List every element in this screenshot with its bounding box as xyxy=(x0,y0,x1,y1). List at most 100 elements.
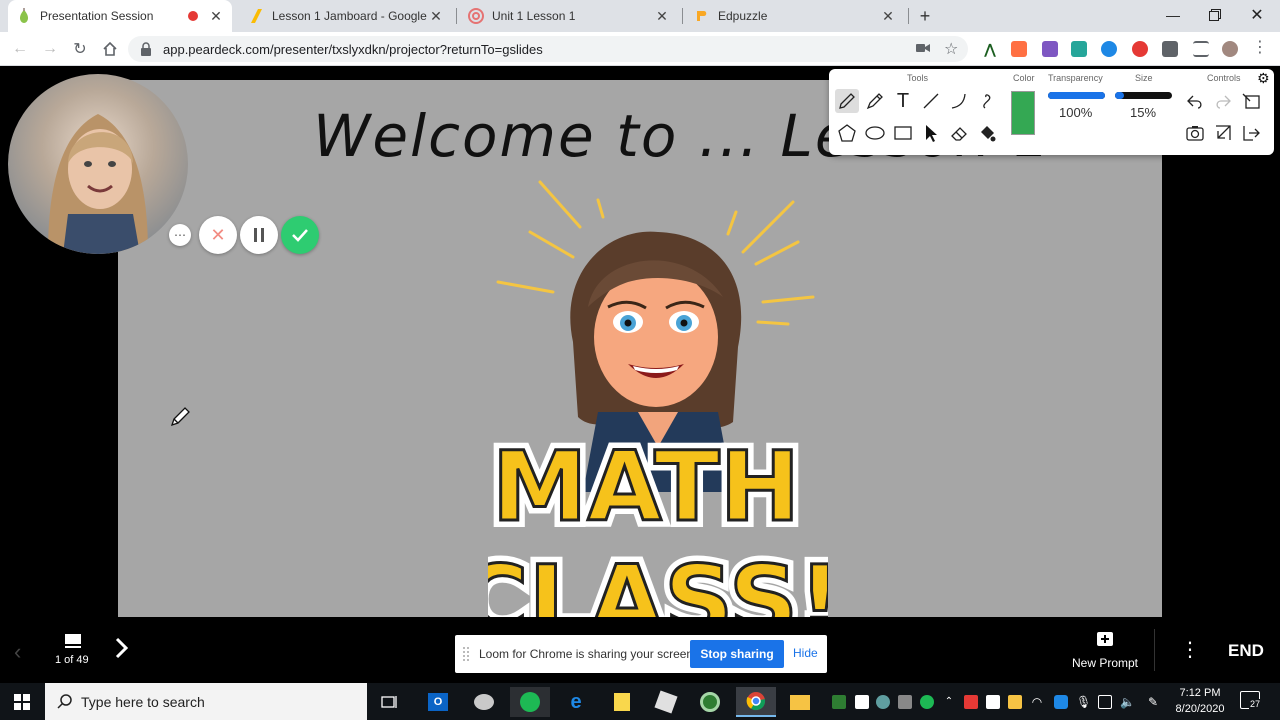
minimize-window-icon[interactable]: — xyxy=(1150,0,1196,30)
tab-unit-1-lesson-1[interactable]: Unit 1 Lesson 1 ✕ xyxy=(460,0,678,32)
bluetooth-icon[interactable] xyxy=(1054,695,1068,709)
tab-jamboard[interactable]: Lesson 1 Jamboard - Google Jam ✕ xyxy=(240,0,452,32)
tray-app-icon[interactable] xyxy=(986,695,1000,709)
line-tool-icon[interactable] xyxy=(919,89,943,113)
add-prompt-icon xyxy=(1097,632,1113,646)
file-explorer-icon[interactable] xyxy=(780,687,820,717)
task-view-icon[interactable] xyxy=(370,687,410,717)
tray-app-icon[interactable] xyxy=(832,695,846,709)
tray-app-icon[interactable] xyxy=(876,695,890,709)
loom-extension-icon[interactable] xyxy=(1132,41,1148,57)
redo-icon[interactable] xyxy=(1211,89,1235,113)
stop-sharing-button[interactable]: Stop sharing xyxy=(690,640,784,668)
microphone-icon[interactable]: 🎙 xyxy=(1076,695,1091,709)
tab-presentation-session[interactable]: Presentation Session ✕ xyxy=(8,0,232,32)
green-app-icon[interactable] xyxy=(690,687,730,717)
spotify-icon[interactable] xyxy=(510,687,550,717)
more-vertical-icon[interactable]: ⋮ xyxy=(1180,637,1200,662)
settings-gear-icon[interactable]: ⚙ xyxy=(1257,70,1270,87)
edpuzzle-icon xyxy=(694,8,710,24)
volume-icon[interactable]: 🔈 xyxy=(1120,695,1135,709)
show-hidden-icons-chevron[interactable]: ⌃ xyxy=(942,695,956,709)
tab-edpuzzle[interactable]: Edpuzzle ✕ xyxy=(686,0,904,32)
battery-icon[interactable] xyxy=(1098,695,1112,709)
freeform-tool-icon[interactable] xyxy=(975,89,999,113)
size-slider[interactable] xyxy=(1115,92,1172,99)
profile-avatar[interactable] xyxy=(1222,41,1238,57)
extension-puzzle-purple-icon[interactable] xyxy=(1042,41,1058,57)
close-tab-icon[interactable]: ✕ xyxy=(880,8,896,24)
rectangle-tool-icon[interactable] xyxy=(891,121,915,145)
screenshot-camera-icon[interactable] xyxy=(1183,121,1207,145)
exit-drawing-icon[interactable] xyxy=(1239,121,1263,145)
address-bar[interactable]: app.peardeck.com/presenter/txslyxdkn/pro… xyxy=(128,36,968,62)
extensions-puzzle-icon[interactable] xyxy=(1162,41,1178,57)
extension-a-icon[interactable]: ⋀ xyxy=(982,41,998,57)
tray-app-icon[interactable] xyxy=(898,695,912,709)
undo-icon[interactable] xyxy=(1183,89,1207,113)
snip-tool-icon[interactable] xyxy=(646,687,686,717)
action-center-icon[interactable]: 27 xyxy=(1240,691,1262,709)
select-pointer-icon[interactable] xyxy=(919,121,943,145)
close-tab-icon[interactable]: ✕ xyxy=(428,8,444,24)
clear-slide-icon[interactable] xyxy=(1239,89,1263,113)
divider xyxy=(1154,629,1155,671)
drag-handle-icon[interactable] xyxy=(463,647,469,661)
notification-count: 27 xyxy=(1249,699,1262,709)
taskbar-clock[interactable]: 7:12 PM 8/20/2020 xyxy=(1162,685,1238,717)
curve-tool-icon[interactable] xyxy=(947,89,971,113)
remote-desktop-icon[interactable] xyxy=(464,687,504,717)
browser-menu-icon[interactable]: ⋮ xyxy=(1252,37,1268,57)
new-prompt-button[interactable]: New Prompt xyxy=(1070,631,1140,670)
color-label: Color xyxy=(1013,73,1035,83)
ellipse-tool-icon[interactable] xyxy=(863,121,887,145)
maximize-window-icon[interactable] xyxy=(1192,0,1238,30)
close-tab-icon[interactable]: ✕ xyxy=(654,8,670,24)
extension-blue-icon[interactable] xyxy=(1101,41,1117,57)
eraser-tool-icon[interactable] xyxy=(947,121,971,145)
home-icon[interactable] xyxy=(98,37,122,61)
transparency-label: Transparency xyxy=(1048,73,1103,83)
end-session-button[interactable]: END xyxy=(1228,641,1264,661)
reload-icon[interactable]: ↻ xyxy=(68,37,92,61)
tray-app-icon[interactable] xyxy=(855,695,869,709)
internet-explorer-icon[interactable]: e xyxy=(556,687,596,717)
forward-arrow-icon[interactable]: → xyxy=(38,37,62,61)
pen-workspace-icon[interactable]: ✎ xyxy=(1146,695,1160,709)
marker-tool-icon[interactable] xyxy=(863,89,887,113)
slide-thumbnails-icon[interactable] xyxy=(64,633,82,654)
close-tab-icon[interactable]: ✕ xyxy=(208,8,224,24)
back-arrow-icon[interactable]: ← xyxy=(8,37,32,61)
polygon-tool-icon[interactable] xyxy=(835,121,859,145)
close-window-icon[interactable]: ✕ xyxy=(1234,0,1280,30)
tray-app-icon[interactable] xyxy=(964,695,978,709)
extension-arrow-icon[interactable] xyxy=(1011,41,1027,57)
transparency-slider[interactable] xyxy=(1048,92,1105,99)
hide-banner-link[interactable]: Hide xyxy=(793,646,818,660)
taskbar-search-box[interactable]: Type here to search xyxy=(45,683,367,720)
bookmark-star-icon[interactable]: ☆ xyxy=(944,39,958,59)
previous-slide-arrow-icon[interactable]: ‹ xyxy=(14,639,21,665)
pen-tool-icon[interactable] xyxy=(835,89,859,113)
chrome-icon[interactable] xyxy=(736,687,776,717)
new-tab-plus-icon[interactable]: + xyxy=(914,5,936,27)
pause-recording-icon[interactable] xyxy=(240,216,278,254)
camera-icon[interactable] xyxy=(916,41,930,60)
finish-recording-check-icon[interactable] xyxy=(281,216,319,254)
media-list-icon[interactable] xyxy=(1193,41,1209,57)
paint-bucket-icon[interactable] xyxy=(975,121,999,145)
extension-green-icon[interactable] xyxy=(1071,41,1087,57)
text-tool-icon[interactable]: T xyxy=(891,89,915,113)
more-options-icon[interactable]: ⋯ xyxy=(169,224,191,246)
windows-start-icon[interactable] xyxy=(2,687,42,717)
next-slide-arrow-icon[interactable] xyxy=(114,637,129,664)
discard-recording-icon[interactable]: ✕ xyxy=(199,216,237,254)
collapse-toolbar-icon[interactable] xyxy=(1211,121,1235,145)
spotify-tray-icon[interactable] xyxy=(920,695,934,709)
webcam-bubble[interactable] xyxy=(8,74,188,254)
sticky-notes-icon[interactable] xyxy=(602,687,642,717)
outlook-icon[interactable]: O xyxy=(418,687,458,717)
color-swatch[interactable] xyxy=(1011,91,1035,135)
tray-app-icon[interactable] xyxy=(1008,695,1022,709)
wifi-icon[interactable]: ◠ xyxy=(1030,695,1044,709)
